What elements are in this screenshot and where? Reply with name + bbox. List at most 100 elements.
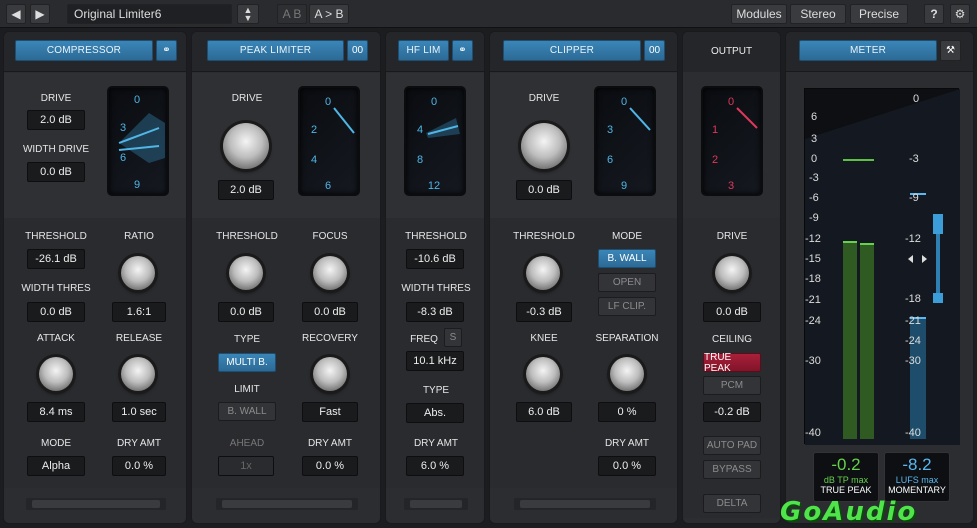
drive-value[interactable]: 0.0 dB: [516, 180, 572, 200]
dry-amt-value[interactable]: 0.0 %: [598, 456, 656, 476]
mode-lfclip-button[interactable]: LF CLIP.: [598, 297, 656, 316]
knee-knob[interactable]: [526, 357, 560, 391]
meter-toggle[interactable]: METER: [799, 40, 937, 61]
threshold-value[interactable]: -26.1 dB: [27, 249, 85, 269]
chevron-left-icon[interactable]: ◀: [6, 4, 26, 24]
hf-lim-scrollbar[interactable]: [404, 498, 468, 510]
dry-amt-label: DRY AMT: [116, 438, 162, 449]
clipper-toggle[interactable]: CLIPPER: [503, 40, 641, 61]
hf-lim-toggle[interactable]: HF LIM: [398, 40, 449, 61]
peak-limiter-scrollbar[interactable]: [216, 498, 358, 510]
meter-scale-m30: -30: [805, 355, 821, 367]
width-drive-label: WIDTH DRIVE: [22, 144, 90, 155]
mode-open-button[interactable]: OPEN: [598, 273, 656, 292]
type-select[interactable]: Abs.: [406, 403, 464, 423]
ab-button[interactable]: A B: [277, 4, 307, 24]
true-peak-button[interactable]: TRUE PEAK: [703, 352, 761, 374]
compressor-toggle[interactable]: COMPRESSOR: [15, 40, 153, 61]
tick-0: 0: [430, 96, 438, 108]
ratio-value[interactable]: 1.6:1: [112, 302, 166, 322]
lufs-readout[interactable]: -8.2 LUFS max MOMENTARY: [884, 452, 950, 502]
separation-knob[interactable]: [610, 357, 644, 391]
output-title: OUTPUT: [710, 46, 753, 57]
freq-value[interactable]: 10.1 kHz: [406, 351, 464, 371]
knee-label: KNEE: [530, 333, 558, 344]
link-icon[interactable]: 00: [644, 40, 665, 61]
recovery-knob[interactable]: [313, 357, 347, 391]
mode-bwall-button[interactable]: B. WALL: [598, 249, 656, 268]
output-drive-knob[interactable]: [715, 256, 749, 290]
type-button[interactable]: MULTI B.: [218, 353, 276, 372]
threshold-knob[interactable]: [526, 256, 560, 290]
tick-3: 3: [727, 180, 735, 192]
link-icon[interactable]: ⚭: [452, 40, 473, 61]
focus-knob[interactable]: [313, 256, 347, 290]
drive-value[interactable]: 2.0 dB: [27, 110, 85, 130]
freq-s-button[interactable]: S: [444, 328, 462, 347]
release-label: RELEASE: [115, 333, 163, 344]
dry-amt-label: DRY AMT: [413, 438, 459, 449]
tick-6: 6: [119, 152, 127, 164]
ceiling-value[interactable]: -0.2 dB: [703, 402, 761, 422]
chevron-right-icon[interactable]: ▶: [30, 4, 50, 24]
width-thres-value[interactable]: 0.0 dB: [27, 302, 85, 322]
help-button[interactable]: ?: [924, 4, 944, 24]
ratio-knob[interactable]: [121, 256, 155, 290]
clipper-scrollbar[interactable]: [514, 498, 656, 510]
auto-pad-button[interactable]: AUTO PAD: [703, 436, 761, 455]
meter-scale-m40: -40: [805, 427, 821, 439]
width-drive-value[interactable]: 0.0 dB: [27, 162, 85, 182]
knee-value[interactable]: 6.0 dB: [516, 402, 572, 422]
peak-limiter-toggle[interactable]: PEAK LIMITER: [207, 40, 344, 61]
ahead-label: AHEAD: [229, 438, 265, 449]
mode-select[interactable]: Alpha: [27, 456, 85, 476]
attack-value[interactable]: 8.4 ms: [27, 402, 85, 422]
limit-button[interactable]: B. WALL: [218, 402, 276, 421]
drive-knob[interactable]: [223, 123, 269, 169]
pcm-button[interactable]: PCM: [703, 376, 761, 395]
meter-scale-0: 0: [811, 153, 818, 165]
bypass-button[interactable]: BYPASS: [703, 460, 761, 479]
tick-3: 3: [606, 124, 614, 136]
wrench-icon[interactable]: ⚒: [940, 40, 961, 61]
focus-value[interactable]: 0.0 dB: [302, 302, 358, 322]
lufs-scale-m24: -24: [905, 335, 921, 347]
mode-label: MODE: [612, 231, 642, 242]
ahead-value[interactable]: 1x: [218, 456, 274, 476]
separation-value[interactable]: 0 %: [598, 402, 656, 422]
release-value[interactable]: 1.0 sec: [112, 402, 166, 422]
true-peak-readout[interactable]: -0.2 dB TP max TRUE PEAK: [813, 452, 879, 502]
drive-value[interactable]: 2.0 dB: [218, 180, 274, 200]
preset-name-field[interactable]: Original Limiter6: [67, 4, 232, 24]
compressor-scrollbar[interactable]: [26, 498, 166, 510]
width-thres-value[interactable]: -8.3 dB: [406, 302, 464, 322]
a-to-b-button[interactable]: A > B: [309, 4, 349, 24]
drive-label: DRIVE: [40, 93, 72, 104]
drive-value[interactable]: 0.0 dB: [703, 302, 761, 322]
threshold-knob[interactable]: [229, 256, 263, 290]
tick-8: 8: [416, 154, 424, 166]
modules-button[interactable]: Modules: [731, 4, 787, 24]
threshold-value[interactable]: -0.3 dB: [516, 302, 572, 322]
attack-knob[interactable]: [39, 357, 73, 391]
recovery-label: RECOVERY: [302, 333, 358, 344]
dry-amt-value[interactable]: 6.0 %: [406, 456, 464, 476]
precise-button[interactable]: Precise: [850, 4, 908, 24]
preset-stepper[interactable]: ▲ ▼: [237, 4, 259, 24]
lufs-scale-m40: -40: [905, 427, 921, 439]
link-icon[interactable]: ⚭: [156, 40, 177, 61]
stereo-button[interactable]: Stereo: [790, 4, 846, 24]
true-peak-unit: dB TP max: [823, 475, 869, 485]
dry-amt-value[interactable]: 0.0 %: [302, 456, 358, 476]
recovery-value[interactable]: Fast: [302, 402, 358, 422]
gear-icon[interactable]: ⚙: [950, 4, 970, 24]
compressor-panel: COMPRESSOR ⚭ DRIVE 2.0 dB WIDTH DRIVE 0.…: [3, 31, 187, 524]
link-icon[interactable]: 00: [347, 40, 368, 61]
delta-button[interactable]: DELTA: [703, 494, 761, 513]
lufs-scale-m30: -30: [905, 355, 921, 367]
drive-knob[interactable]: [521, 123, 567, 169]
dry-amt-value[interactable]: 0.0 %: [112, 456, 166, 476]
threshold-value[interactable]: 0.0 dB: [218, 302, 274, 322]
release-knob[interactable]: [121, 357, 155, 391]
threshold-value[interactable]: -10.6 dB: [406, 249, 464, 269]
